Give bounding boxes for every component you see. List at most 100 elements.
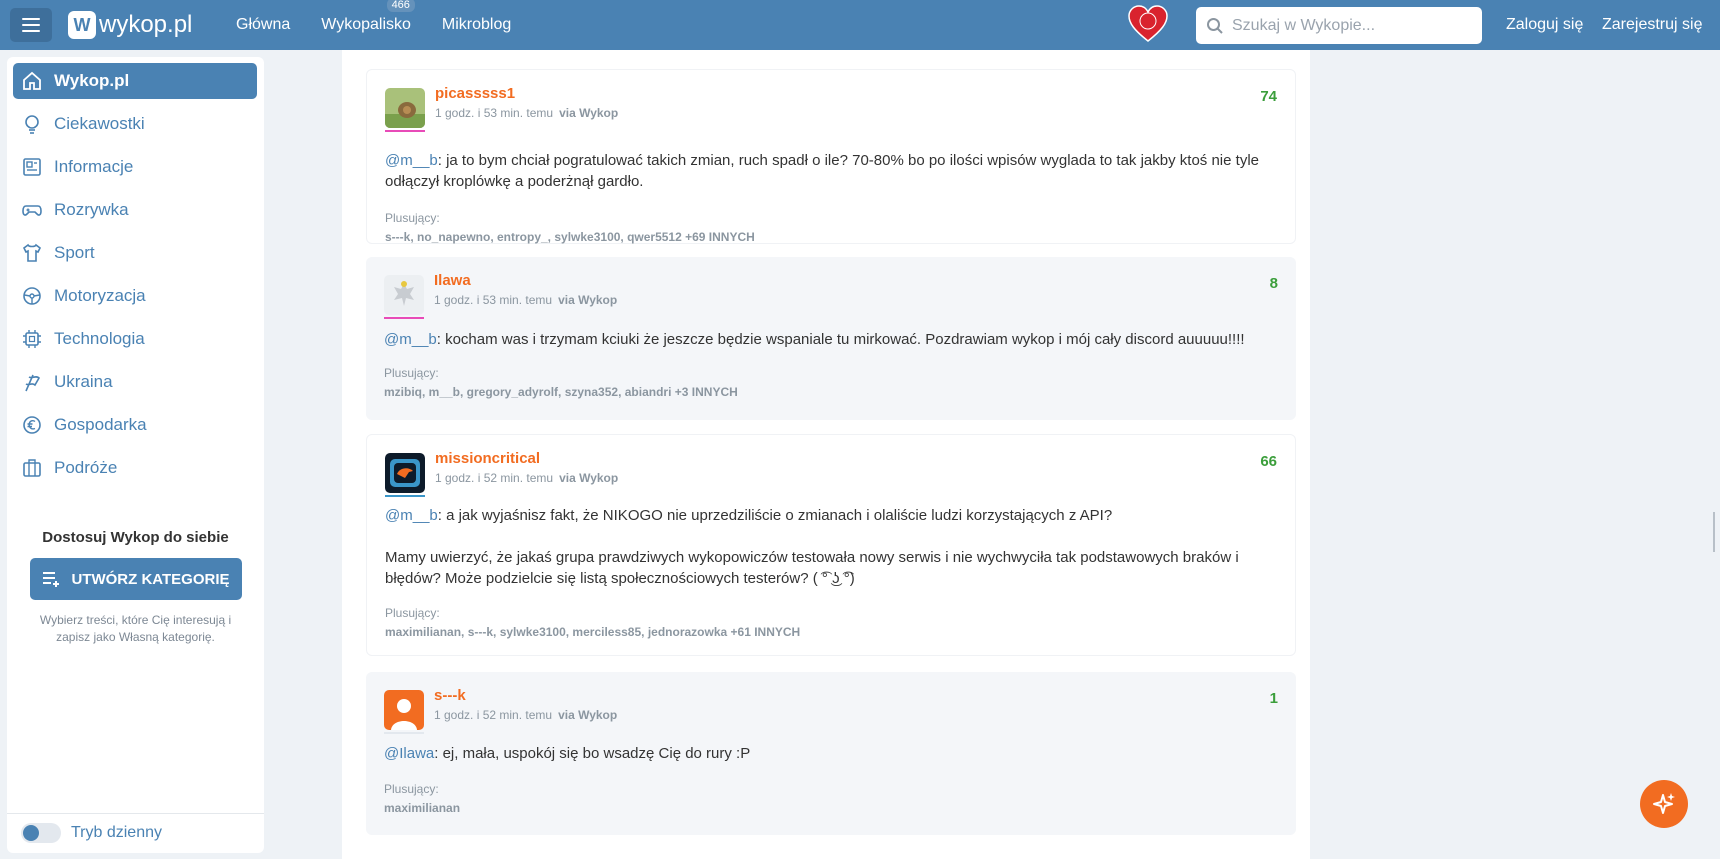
comment-feed: picasssss1 1 godz. i 53 min. temu via Wyk… (342, 50, 1310, 859)
comment-time: 1 godz. i 53 min. temu (435, 106, 554, 120)
comment-text: @m__b: ja to bym chciał pogratulować tak… (385, 150, 1277, 192)
comment: s---k 1 godz. i 52 min. temu via Wykop 1 … (366, 672, 1296, 835)
plus-label: Plusujący: (385, 211, 440, 225)
suitcase-icon (23, 459, 41, 477)
euro-icon (23, 416, 41, 434)
sidebar-item-ciekawostki[interactable]: Ciekawostki (13, 106, 257, 142)
day-mode-label: Tryb dzienny (71, 824, 162, 841)
charity-heart-icon[interactable] (1128, 5, 1168, 43)
site-logo[interactable]: W wykop.pl (68, 11, 192, 39)
newspaper-icon (23, 158, 41, 176)
comment-mention[interactable]: @m__b (385, 507, 438, 524)
avatar-default-user-image (384, 690, 424, 730)
avatar[interactable] (385, 453, 425, 493)
comment-meta: 1 godz. i 52 min. temu via Wykop (435, 471, 618, 485)
hamburger-line (22, 30, 40, 32)
comment-text: @m__b: a jak wyjaśnisz fakt, że NIKOGO n… (385, 505, 1277, 526)
nav-wykopalisko-label: Wykopalisko (321, 16, 411, 33)
comment-author[interactable]: picasssss1 (435, 85, 515, 102)
chip-icon (23, 330, 41, 348)
comment-mention[interactable]: @m__b (384, 331, 437, 348)
sidebar-item-sport[interactable]: Sport (13, 235, 257, 271)
register-link[interactable]: Zarejestruj się (1602, 16, 1702, 34)
comment-votes[interactable]: 1 (1270, 690, 1278, 707)
sidebar-item-technologia[interactable]: Technologia (13, 321, 257, 357)
menu-button[interactable] (10, 8, 52, 42)
wykop-logo-icon: W (68, 11, 96, 39)
comment-mention[interactable]: @Ilawa (384, 745, 434, 762)
search-icon (1207, 17, 1223, 34)
main-nav: Główna Wykopalisko 466 Mikroblog (236, 0, 511, 50)
comment-text-paragraph: Mamy uwierzyć, że jakaś grupa prawdziwyc… (385, 549, 1239, 587)
comment-author[interactable]: Ilawa (434, 272, 471, 289)
day-mode-toggle[interactable]: Tryb dzienny (21, 823, 162, 843)
comment-mention[interactable]: @m__b (385, 152, 438, 169)
flag-icon (25, 374, 40, 392)
comment-text: @Ilawa: ej, mała, uspokój się bo wsadzę … (384, 743, 1278, 764)
sidebar-item-gospodarka[interactable]: Gospodarka (13, 407, 257, 443)
wykopalisko-count-badge: 466 (386, 0, 415, 12)
sidebar-item-label: Informacje (54, 157, 134, 176)
create-category-button[interactable]: UTWÓRZ KATEGORIĘ (29, 558, 242, 600)
comment-body: : a jak wyjaśnisz fakt, że NIKOGO nie up… (437, 507, 1113, 524)
avatar-gender-line (385, 495, 425, 497)
avatar[interactable] (384, 690, 424, 730)
customize-description: Wybierz treści, które Cię interesują i z… (39, 613, 232, 644)
avatar-helmet-image (385, 453, 425, 493)
sidebar-item-label: Podróże (54, 458, 118, 477)
avatar-gender-line (384, 317, 424, 319)
sidebar-item-label: Wykop.pl (54, 71, 130, 90)
comment-via[interactable]: via Wykop (559, 106, 618, 120)
comment-time: 1 godz. i 52 min. temu (434, 708, 553, 722)
nav-mikroblog[interactable]: Mikroblog (442, 16, 511, 34)
comment-body: : kocham was i trzymam kciuki że jeszcze… (436, 331, 1245, 348)
comment-votes[interactable]: 66 (1260, 453, 1277, 470)
sidebar-item-motoryzacja[interactable]: Motoryzacja (13, 278, 257, 314)
lightbulb-icon (25, 115, 39, 134)
comment-via[interactable]: via Wykop (558, 293, 617, 307)
comment-author[interactable]: s---k (434, 687, 466, 704)
nav-wykopalisko[interactable]: Wykopalisko 466 (321, 0, 415, 34)
hamburger-line (22, 24, 40, 26)
sidebar-item-informacje[interactable]: Informacje (13, 149, 257, 185)
search-box[interactable] (1196, 7, 1482, 44)
login-link[interactable]: Zaloguj się (1506, 16, 1583, 34)
sidebar-item-label: Ciekawostki (54, 114, 145, 133)
comment-author[interactable]: missioncritical (435, 450, 540, 467)
sidebar-item-rozrywka[interactable]: Rozrywka (13, 192, 257, 228)
plus-list[interactable]: maximilianan, s---k, sylwke3100, mercile… (385, 625, 800, 639)
comment-time: 1 godz. i 52 min. temu (435, 471, 554, 485)
comment-via[interactable]: via Wykop (559, 471, 618, 485)
gamepad-icon (22, 205, 42, 216)
comment-votes[interactable]: 74 (1260, 88, 1277, 105)
sidebar-item-label: Sport (54, 243, 95, 262)
ai-assistant-button[interactable] (1640, 780, 1688, 828)
comment-votes[interactable]: 8 (1270, 275, 1278, 292)
customize-title: Dostosuj Wykop do siebie (42, 529, 229, 546)
plus-list[interactable]: maximilianan (384, 801, 460, 815)
add-category-icon (43, 572, 60, 587)
avatar[interactable] (384, 275, 424, 315)
sidebar-item-label: Rozrywka (54, 200, 129, 219)
scrollbar-thumb[interactable] (1713, 512, 1715, 552)
comment-meta: 1 godz. i 52 min. temu via Wykop (434, 708, 617, 722)
sidebar-item-label: Gospodarka (54, 415, 147, 434)
avatar-snail-image (385, 88, 425, 128)
search-input[interactable] (1232, 16, 1462, 35)
plus-list[interactable]: s---k, no_napewno, entropy_, sylwke3100,… (385, 230, 755, 244)
comment-via[interactable]: via Wykop (558, 708, 617, 722)
sparkle-icon (1653, 793, 1675, 814)
sidebar-item-label: Ukraina (54, 372, 113, 391)
avatar-gender-line (385, 130, 425, 132)
comment-body: : ja to bym chciał pogratulować takich z… (385, 152, 1259, 190)
shirt-icon (22, 243, 42, 262)
nav-glowna[interactable]: Główna (236, 16, 290, 34)
sidebar-item-wykop[interactable]: Wykop.pl (13, 63, 257, 99)
avatar[interactable] (385, 88, 425, 128)
plus-list[interactable]: mzibiq, m__b, gregory_adyrolf, szyna352,… (384, 385, 738, 399)
sidebar-item-podroze[interactable]: Podróże (13, 450, 257, 486)
top-bar: W wykop.pl Główna Wykopalisko 466 Mikrobl… (0, 0, 1720, 50)
comment-body: : ej, mała, uspokój się bo wsadzę Cię do… (434, 745, 751, 762)
sidebar-item-ukraina[interactable]: Ukraina (13, 364, 257, 400)
steering-wheel-icon (23, 287, 41, 305)
